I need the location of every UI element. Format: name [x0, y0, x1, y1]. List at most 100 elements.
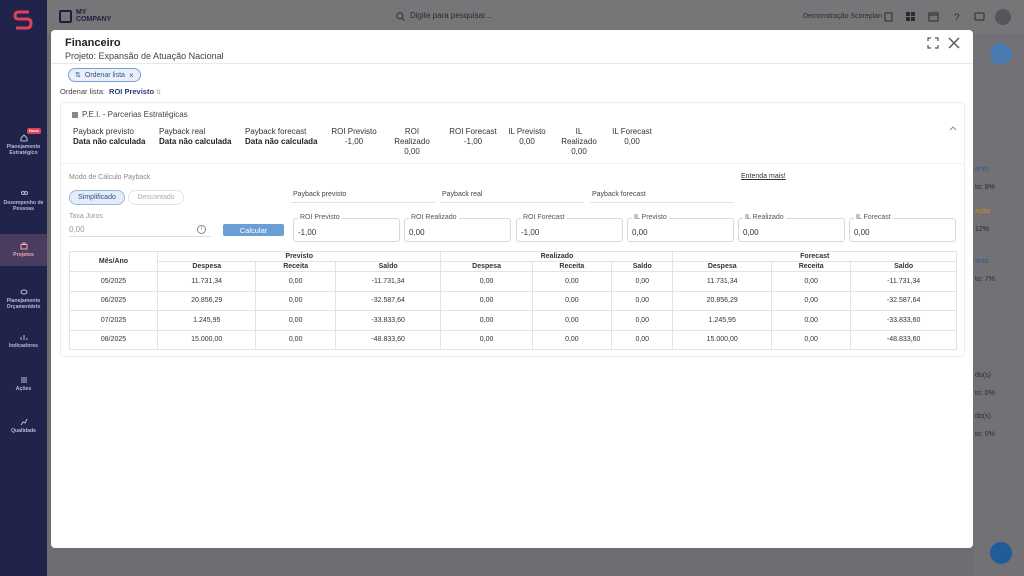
calculate-button[interactable]: Calcular: [223, 224, 284, 236]
table-cell: 07/2025: [69, 310, 158, 331]
project-card: P.E.I. - Parcerias Estratégicas Payback …: [60, 102, 965, 357]
company-name: MY COMPANY: [76, 9, 111, 23]
il-previsto-output[interactable]: IL Previsto 0,00: [627, 214, 734, 242]
sidebar-item-acoes[interactable]: Ações: [0, 376, 47, 392]
table-cell: -32.587,64: [334, 290, 442, 311]
col-header: Saldo: [850, 261, 957, 272]
app-logo-icon[interactable]: [11, 8, 35, 32]
table-cell: 0,00: [611, 310, 674, 331]
sidebar-item-label: Planejamento Orçamentário: [6, 298, 41, 310]
table-cell: 0,00: [255, 290, 336, 311]
table-cell: -48.833,60: [850, 329, 957, 350]
table-cell: 0,00: [770, 271, 852, 292]
calendar-icon[interactable]: [928, 11, 939, 22]
coins-icon: [20, 289, 27, 295]
mode-simplified-toggle[interactable]: Simplificado: [69, 190, 125, 205]
sidebar-item-label: Indicadores: [8, 343, 39, 349]
chip-remove-icon[interactable]: ×: [129, 71, 134, 80]
metric-payback-real: Payback real Data não calculada: [159, 127, 231, 147]
svg-text:?: ?: [954, 13, 960, 23]
il-forecast-output[interactable]: IL Forecast 0,00: [849, 214, 956, 242]
sort-chip[interactable]: ⇅ Ordenar lista ×: [68, 68, 141, 82]
people-icon: [20, 191, 28, 195]
floating-action-button[interactable]: [990, 542, 1012, 564]
table-cell: 20.856,29: [156, 290, 257, 311]
bg-snippet: to: 7%: [975, 276, 995, 283]
avatar[interactable]: [995, 9, 1011, 25]
bg-snippet: ento: [975, 166, 989, 173]
sidebar-item-indicadores[interactable]: Indicadores: [0, 333, 47, 349]
payback-real-field[interactable]: Payback real: [440, 189, 584, 203]
bg-snippet: to: 8%: [975, 184, 995, 191]
sidebar-item-label: Qualidade: [10, 428, 37, 434]
metric-value: 0,00: [624, 137, 640, 146]
notifications-icon[interactable]: [974, 11, 985, 22]
modal-subtitle: Projeto: Expansão de Atuação Nacional: [65, 51, 224, 61]
cashflow-table: Mês/Ano Previsto Realizado Forecast Desp…: [69, 251, 957, 350]
payback-calculator: Modo de Cálculo Payback Simplificado Des…: [61, 163, 964, 356]
grid-icon[interactable]: [905, 11, 916, 22]
sort-value[interactable]: ROI Previsto: [109, 87, 154, 96]
search-input[interactable]: Digite para pesquisar...: [410, 11, 492, 20]
table-cell: 15.000,00: [672, 329, 772, 350]
table-cell: 05/2025: [69, 271, 158, 292]
company-switcher[interactable]: Demonstração Scoreplan: [803, 13, 882, 20]
company-logo-icon[interactable]: [59, 10, 72, 23]
learn-more-link[interactable]: Entenda mais!: [741, 173, 786, 180]
metric-label: Payback previsto: [73, 127, 134, 136]
table-cell: 0,00: [770, 290, 852, 311]
trend-icon: [20, 418, 27, 426]
table-cell: 11.731,34: [156, 271, 257, 292]
table-cell: -32.587,64: [850, 290, 957, 311]
field-label: ROI Forecast: [521, 214, 567, 221]
table-cell: 1.245,95: [672, 310, 772, 331]
sidebar-item-desempenho[interactable]: Desempenho de Pessoas: [0, 190, 47, 212]
sort-icon: ⇅: [75, 72, 81, 79]
roi-previsto-output[interactable]: ROI Previsto -1,00: [293, 214, 400, 242]
metric-label: IL Realizado: [561, 127, 597, 146]
close-icon[interactable]: [947, 36, 961, 50]
rate-input[interactable]: 0,00: [69, 223, 211, 237]
table-cell: 0,00: [531, 290, 613, 311]
col-header: Receita: [255, 261, 336, 272]
roi-realizado-output[interactable]: ROI Realizado 0,00: [404, 214, 511, 242]
il-realizado-output[interactable]: IL Realizado 0,00: [738, 214, 845, 242]
mode-discounted-toggle[interactable]: Descontado: [128, 190, 184, 205]
chevron-up-icon[interactable]: [949, 125, 957, 131]
table-cell: 0,00: [440, 329, 533, 350]
sidebar-item-planejamento-estrategico[interactable]: Novo Planejamento Estratégico: [0, 128, 47, 156]
field-label: ROI Previsto: [298, 214, 342, 221]
field-label: ROI Realizado: [409, 214, 459, 221]
info-icon[interactable]: i: [197, 225, 206, 234]
table-row: 05/2025 11.731,34 0,00 -11.731,34 0,00 0…: [69, 271, 957, 292]
building-icon[interactable]: [883, 11, 894, 22]
table-row: 07/2025 1.245,95 0,00 -33.833,60 0,00 0,…: [69, 310, 957, 331]
sidebar-item-label: Desempenho de Pessoas: [3, 200, 44, 212]
roi-forecast-output[interactable]: ROI Forecast -1,00: [516, 214, 623, 242]
help-icon[interactable]: ?: [951, 11, 962, 23]
modal-title: Financeiro: [65, 37, 121, 49]
table-cell: 0,00: [255, 310, 336, 331]
table-cell: 0,00: [531, 310, 613, 331]
table-row: 06/2025 20.856,29 0,00 -32.587,64 0,00 0…: [69, 290, 957, 311]
sidebar: Novo Planejamento Estratégico Desempenho…: [0, 0, 47, 576]
list-icon: [20, 377, 27, 383]
payback-forecast-field[interactable]: Payback forecast: [590, 189, 734, 203]
metric-label: Payback real: [159, 127, 206, 136]
table-cell: 08/2025: [69, 329, 158, 350]
sidebar-item-projetos[interactable]: Projetos: [0, 234, 47, 266]
table-cell: -48.833,60: [334, 329, 442, 350]
sidebar-item-planejamento-orcamentario[interactable]: Planejamento Orçamentário: [0, 288, 47, 310]
table-cell: 0,00: [440, 271, 533, 292]
table-cell: 0,00: [611, 329, 674, 350]
payback-previsto-field[interactable]: Payback previsto: [291, 189, 435, 203]
expand-icon[interactable]: [927, 37, 939, 49]
table-cell: 0,00: [611, 290, 674, 311]
metric-il-forecast: IL Forecast 0,00: [611, 127, 653, 147]
filter-button[interactable]: [990, 43, 1012, 65]
bg-snippet: ação: [975, 208, 991, 215]
sidebar-item-qualidade[interactable]: Qualidade: [0, 418, 47, 434]
square-icon: [72, 111, 78, 118]
group-header-previsto: Previsto: [156, 251, 442, 262]
field-value: 0,00: [409, 228, 425, 237]
